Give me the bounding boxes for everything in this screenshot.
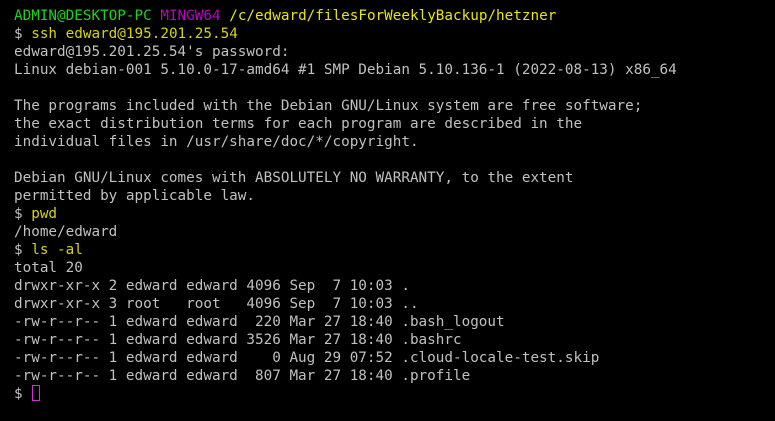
motd-line: The programs included with the Debian GN… [14,98,643,114]
prompt-symbol: $ [14,206,32,222]
motd-line: permitted by applicable law. [14,188,256,204]
motd-line: individual files in /usr/share/doc/*/cop… [14,134,419,150]
terminal-window[interactable]: ADMIN@DESKTOP-PC MINGW64 /c/edward/files… [0,0,775,421]
command-text-ssh: ssh edward@195.201.25.54 [31,26,238,42]
motd-line: the exact distribution terms for each pr… [14,116,583,132]
command-text-ls: ls -al [31,242,83,258]
ls-row: -rw-r--r-- 1 edward edward 3526 Mar 27 1… [14,332,462,348]
uname-line: Linux debian-001 5.10.0-17-amd64 #1 SMP … [14,62,677,78]
ls-row: -rw-r--r-- 1 edward edward 220 Mar 27 18… [14,314,505,330]
ls-row: -rw-r--r-- 1 edward edward 807 Mar 27 18… [14,368,471,384]
prompt-path: /c/edward/filesForWeeklyBackup/hetzner [229,8,557,24]
command-line-ls: $ ls -al [14,241,761,259]
ls-row: drwxr-xr-x 3 root root 4096 Sep 7 10:03 … [14,296,419,312]
ls-row: -rw-r--r-- 1 edward edward 0 Aug 29 07:5… [14,350,600,366]
prompt-symbol: $ [14,386,32,402]
command-text-pwd: pwd [31,206,58,222]
command-line-ssh: $ ssh edward@195.201.25.54 [14,25,761,43]
text-cursor[interactable] [32,385,41,401]
ls-row: drwxr-xr-x 2 edward edward 4096 Sep 7 10… [14,278,410,294]
ls-total-line: total 20 [14,260,83,276]
password-prompt-line: edward@195.201.25.54's password: [14,44,290,60]
prompt-symbol: $ [14,26,32,42]
prompt-user-host: ADMIN@DESKTOP-PC [14,8,152,24]
prompt-symbol: $ [14,242,32,258]
command-line-pwd: $ pwd [14,205,761,223]
pwd-output-line: /home/edward [14,224,118,240]
current-prompt-line[interactable]: $ [14,385,761,403]
prompt-header-line: ADMIN@DESKTOP-PC MINGW64 /c/edward/files… [14,7,761,25]
prompt-shell-name: MINGW64 [160,8,221,24]
motd-line: Debian GNU/Linux comes with ABSOLUTELY N… [14,170,574,186]
